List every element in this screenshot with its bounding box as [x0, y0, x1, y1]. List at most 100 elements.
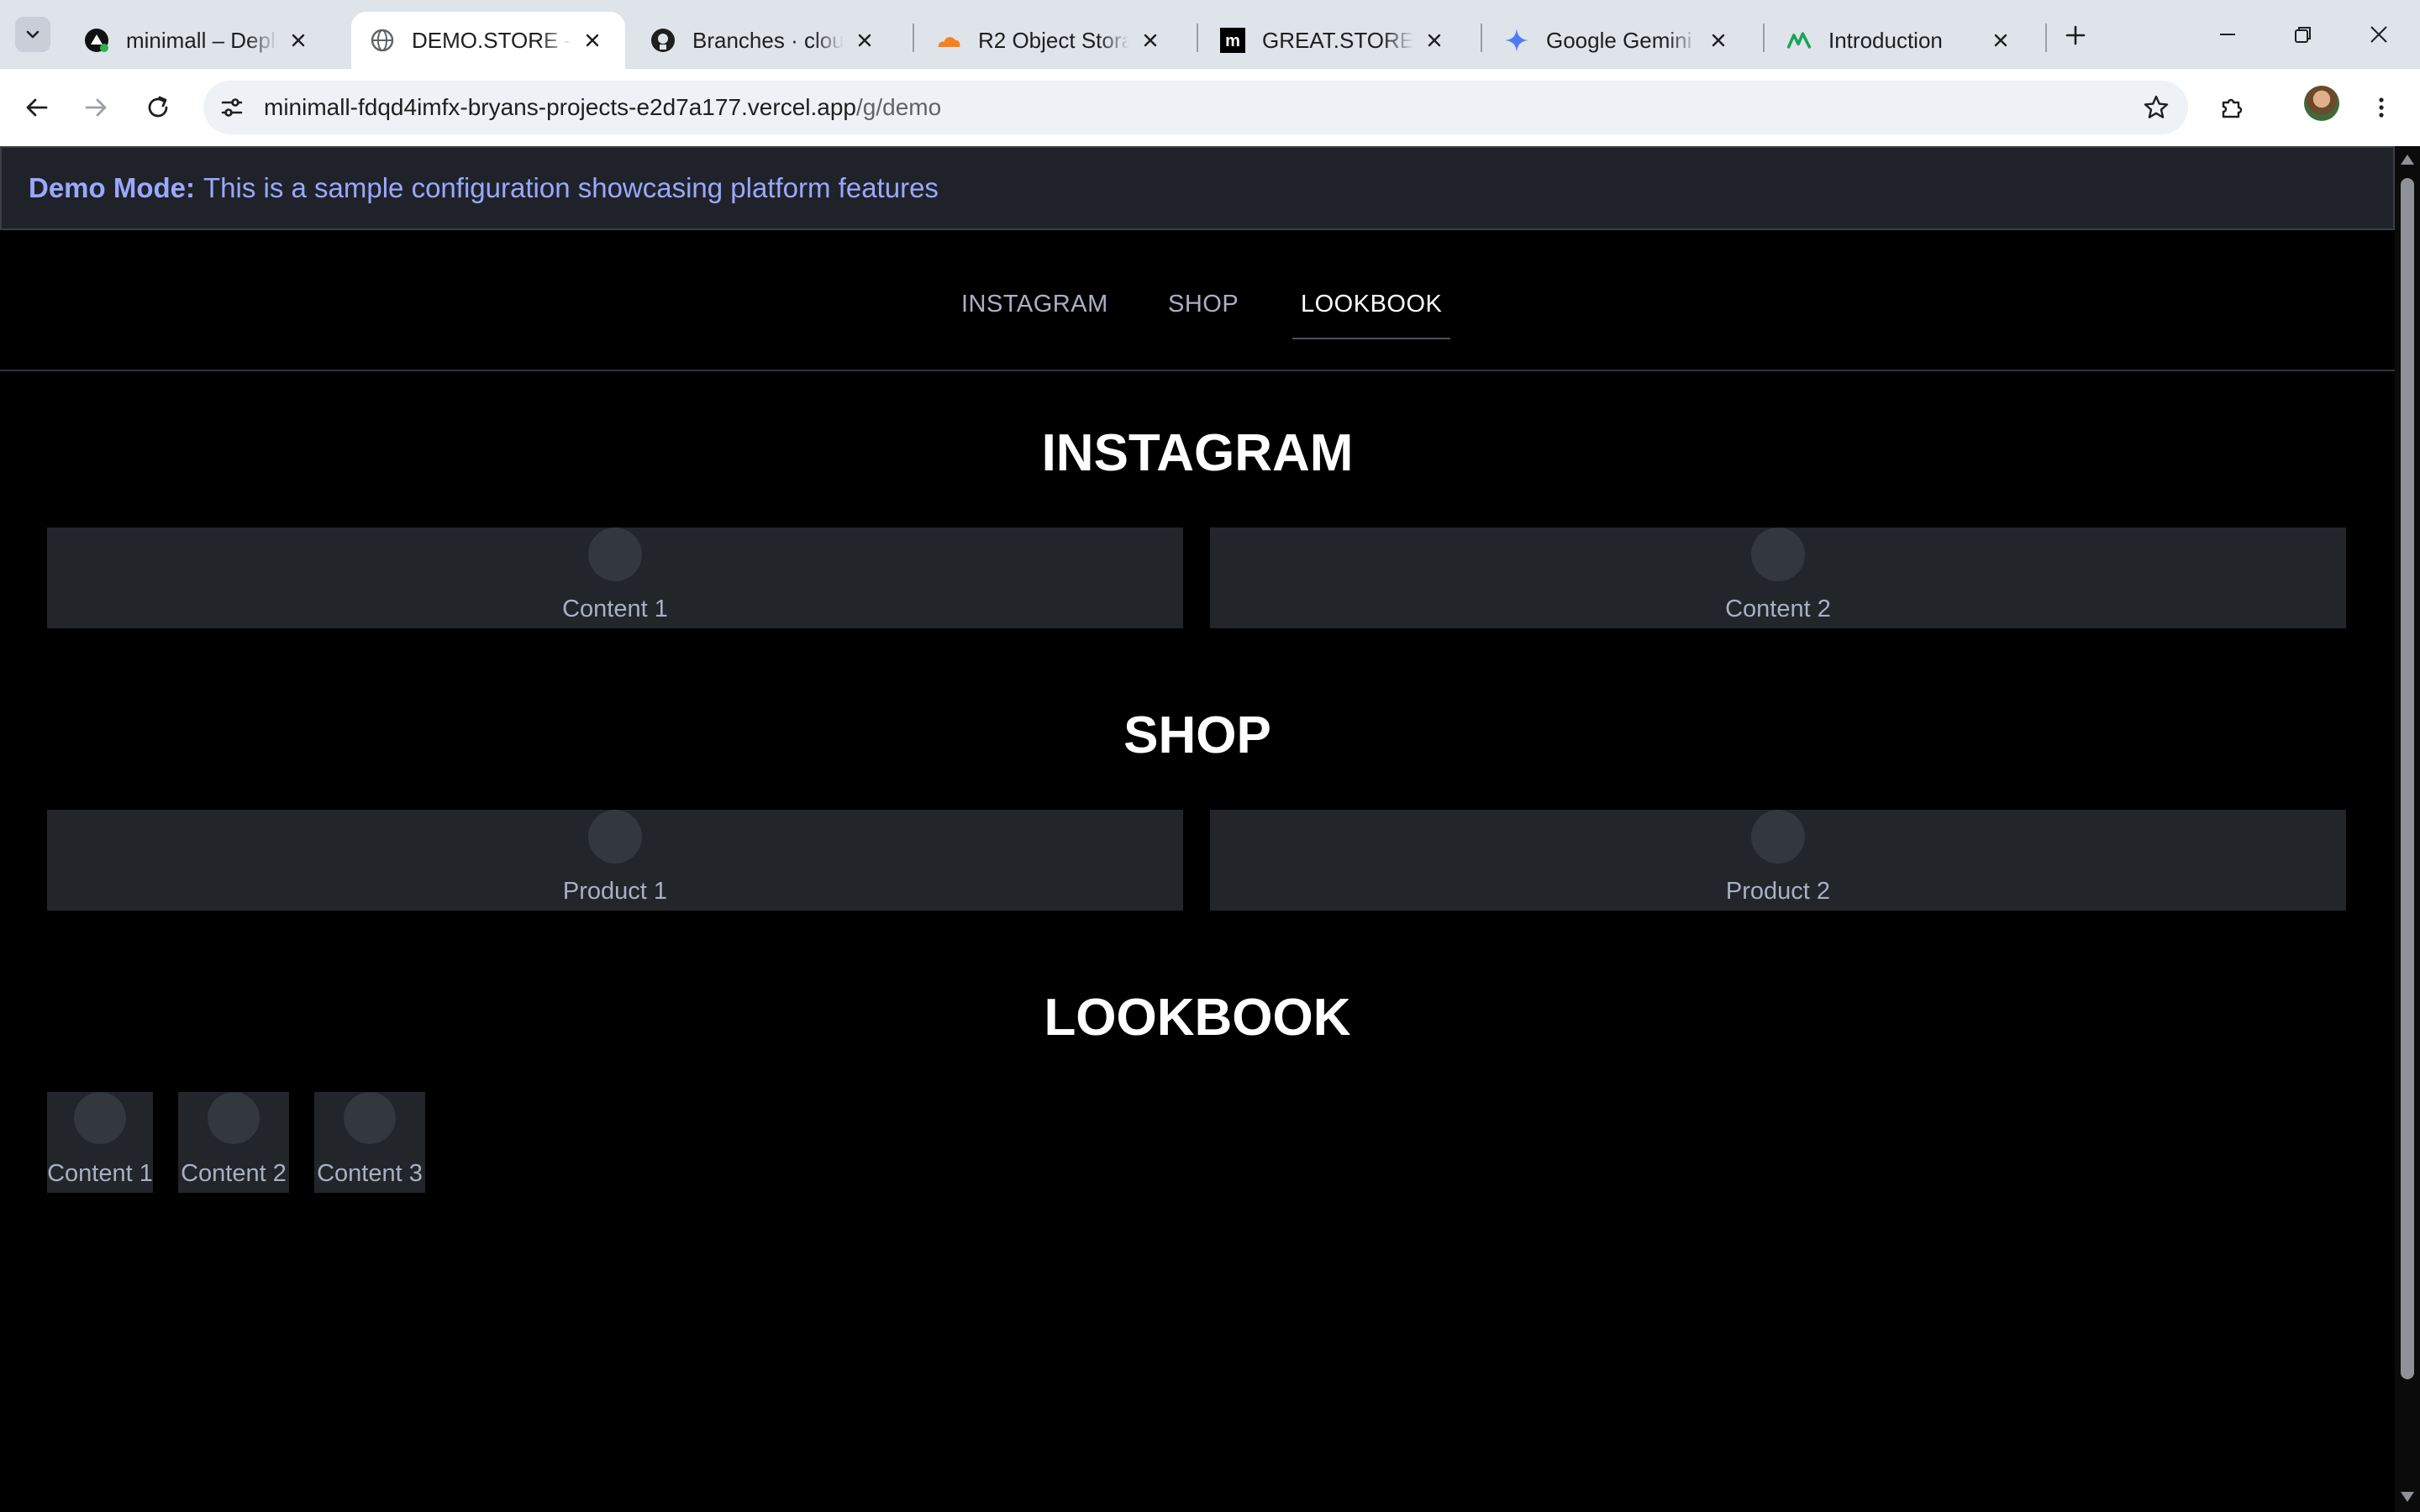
puzzle-icon	[2222, 98, 2243, 118]
svg-text:m: m	[1225, 32, 1240, 50]
tab-separator	[913, 24, 914, 52]
scroll-up-arrow-icon[interactable]	[2401, 155, 2414, 165]
demo-mode-label: Demo Mode:	[29, 172, 195, 203]
forward-arrow-icon	[85, 98, 107, 117]
reload-icon	[148, 96, 168, 118]
reload-button[interactable]	[136, 86, 180, 129]
scroll-down-arrow-icon[interactable]	[2401, 1492, 2414, 1502]
tab-separator	[2045, 24, 2047, 52]
tab-title: Branches · cloudmall	[692, 27, 844, 53]
browser-toolbar: minimall-fdqd4imfx-bryans-projects-e2d7a…	[0, 69, 2420, 146]
page-viewport: Demo Mode: This is a sample configuratio…	[0, 146, 2395, 1512]
tab-title: R2 Object Storage	[978, 27, 1129, 53]
tab-separator	[1197, 24, 1198, 52]
globe-icon	[370, 28, 395, 53]
card-label: Content 1	[562, 596, 668, 622]
tab-google-gemini[interactable]: Google Gemini	[1486, 12, 1751, 69]
card-label: Content 3	[317, 1160, 423, 1187]
close-icon[interactable]	[578, 26, 607, 55]
back-button[interactable]	[15, 86, 59, 129]
browser-window: minimall – Deployments DEMO.STORE - Link…	[0, 0, 2420, 1512]
tab-great-store-instagram[interactable]: m GREAT.STORE's Instagram	[1202, 12, 1467, 69]
instagram-card[interactable]: Content 2	[1210, 528, 2346, 628]
url-path: /g/demo	[856, 94, 942, 120]
extensions-button[interactable]	[2210, 86, 2254, 129]
tab-title: Introduction	[1828, 27, 1943, 53]
section-title-shop: SHOP	[1123, 706, 1271, 764]
nav-link-instagram[interactable]: INSTAGRAM	[961, 291, 1108, 324]
site-info-icon[interactable]	[215, 91, 249, 124]
mintlify-icon	[1786, 28, 1812, 53]
image-placeholder-icon	[208, 1092, 260, 1144]
close-icon[interactable]	[1136, 26, 1165, 55]
tab-r2-object-storage[interactable]: R2 Object Storage	[918, 12, 1183, 69]
restore-button[interactable]	[2265, 0, 2341, 69]
back-arrow-icon	[26, 98, 48, 117]
more-vertical-icon	[2379, 97, 2384, 118]
profile-avatar[interactable]	[2304, 86, 2339, 121]
section-title-lookbook: LOOKBOOK	[1044, 989, 1351, 1047]
scrollbar-thumb[interactable]	[2401, 178, 2414, 1379]
page-scrollbar[interactable]	[2395, 146, 2420, 1512]
image-placeholder-icon	[588, 528, 642, 581]
lookbook-card[interactable]: Content 1	[47, 1092, 153, 1193]
product-card[interactable]: Product 2	[1210, 810, 2346, 911]
image-placeholder-icon	[74, 1092, 126, 1144]
tab-title: minimall – Deployments	[126, 27, 277, 53]
tab-separator	[1763, 24, 1765, 52]
minimize-icon	[2220, 34, 2235, 35]
url-text: minimall-fdqd4imfx-bryans-projects-e2d7a…	[264, 81, 941, 134]
section-nav: INSTAGRAM SHOP LOOKBOOK	[0, 230, 2395, 371]
new-tab-button[interactable]	[2057, 17, 2094, 54]
tab-strip: minimall – Deployments DEMO.STORE - Link…	[0, 0, 2420, 69]
card-label: Content 2	[1725, 596, 1831, 622]
gemini-icon	[1504, 28, 1529, 53]
close-window-button[interactable]	[2341, 0, 2417, 69]
demo-mode-banner: Demo Mode: This is a sample configuratio…	[0, 146, 2395, 230]
tab-search-button[interactable]	[15, 17, 50, 52]
close-icon[interactable]	[850, 26, 879, 55]
vercel-icon	[84, 28, 109, 53]
tab-introduction[interactable]: Introduction	[1768, 12, 2033, 69]
card-label: Content 2	[181, 1160, 287, 1187]
menu-button[interactable]	[2360, 86, 2403, 129]
forward-button[interactable]	[74, 86, 118, 129]
card-label: Content 1	[47, 1160, 153, 1187]
close-icon[interactable]	[284, 26, 313, 55]
image-placeholder-icon	[344, 1092, 396, 1144]
image-placeholder-icon	[1751, 810, 1805, 864]
plus-icon	[2065, 25, 2086, 45]
tab-separator	[1481, 24, 1482, 52]
restore-icon	[2295, 27, 2311, 43]
product-card[interactable]: Product 1	[47, 810, 1183, 911]
lookbook-card[interactable]: Content 2	[178, 1092, 289, 1193]
demo-mode-text: This is a sample configuration showcasin…	[203, 172, 939, 203]
tab-demo-store[interactable]: DEMO.STORE - Links	[351, 12, 625, 69]
card-label: Product 1	[562, 878, 668, 905]
close-icon[interactable]	[1704, 26, 1733, 55]
m-icon: m	[1220, 28, 1245, 53]
nav-link-shop[interactable]: SHOP	[1168, 291, 1239, 324]
tab-title: DEMO.STORE - Links	[412, 27, 571, 53]
address-bar[interactable]: minimall-fdqd4imfx-bryans-projects-e2d7a…	[203, 81, 2188, 134]
lookbook-card[interactable]: Content 3	[314, 1092, 425, 1193]
close-icon[interactable]	[1986, 26, 2015, 55]
tab-title: GREAT.STORE's Instagram	[1262, 27, 1413, 53]
chevron-down-icon	[26, 30, 39, 39]
tab-title: Google Gemini	[1546, 27, 1692, 53]
tab-github-branches[interactable]: Branches · cloudmall	[632, 12, 897, 69]
nav-link-lookbook[interactable]: LOOKBOOK	[1292, 291, 1451, 339]
card-label: Product 2	[1725, 878, 1831, 905]
close-icon	[2370, 26, 2387, 43]
github-icon	[650, 28, 676, 53]
image-placeholder-icon	[1751, 528, 1805, 581]
section-title-instagram: INSTAGRAM	[1041, 424, 1354, 482]
close-icon[interactable]	[1420, 26, 1449, 55]
cloudflare-icon	[936, 28, 961, 53]
bookmark-star-icon[interactable]	[2139, 91, 2173, 124]
instagram-card[interactable]: Content 1	[47, 528, 1183, 628]
minimize-button[interactable]	[2190, 0, 2265, 69]
tab-minimall-deployments[interactable]: minimall – Deployments	[66, 12, 331, 69]
image-placeholder-icon	[588, 810, 642, 864]
url-host: minimall-fdqd4imfx-bryans-projects-e2d7a…	[264, 94, 856, 120]
